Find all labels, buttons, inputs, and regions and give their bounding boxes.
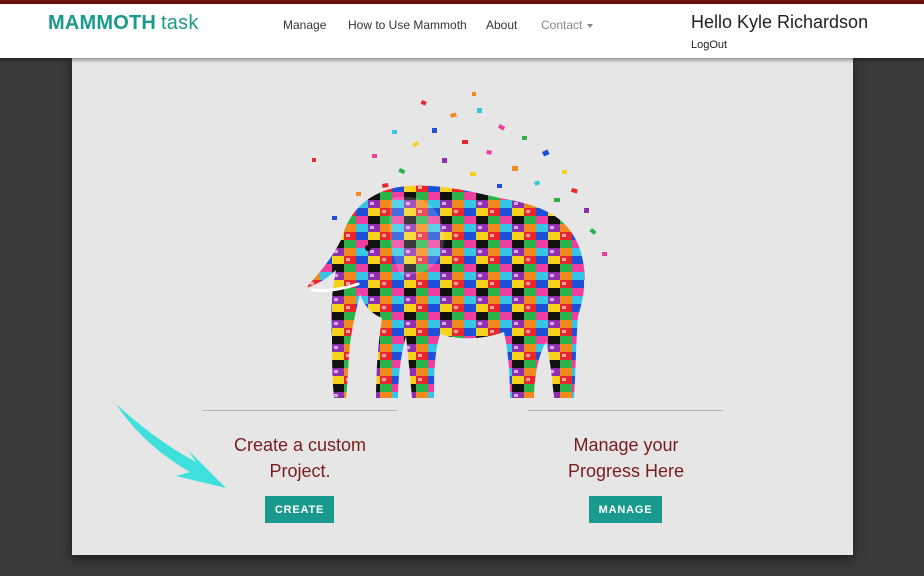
manage-divider — [528, 410, 723, 411]
manage-title: Manage your Progress Here — [506, 432, 746, 484]
brand-bold: MAMMOTH — [48, 12, 157, 34]
nav-about[interactable]: About — [486, 18, 517, 32]
elephant-body — [306, 185, 585, 398]
create-button[interactable]: CREATE — [265, 496, 334, 523]
user-greeting: Hello Kyle Richardson — [691, 12, 869, 32]
elephant-illustration — [306, 92, 607, 398]
nav-manage[interactable]: Manage — [283, 18, 326, 32]
brand-logo[interactable]: MAMMOTH task — [48, 12, 199, 35]
brand-light: task — [161, 12, 199, 34]
arrow-icon — [116, 404, 226, 488]
manage-title-line1: Manage your — [573, 435, 679, 455]
logout-link[interactable]: LogOut — [691, 39, 727, 51]
elephant-eye — [365, 245, 371, 251]
caret-down-icon — [587, 23, 594, 28]
nav-how-to-use[interactable]: How to Use Mammoth — [348, 18, 467, 32]
manage-button[interactable]: MANAGE — [589, 496, 662, 523]
manage-title-line2: Progress Here — [567, 461, 685, 481]
navbar: MAMMOTH task Manage How to Use Mammoth Ab… — [0, 4, 924, 58]
nav-contact-dropdown[interactable]: Contact — [541, 18, 594, 32]
nav-contact-label: Contact — [541, 18, 583, 32]
